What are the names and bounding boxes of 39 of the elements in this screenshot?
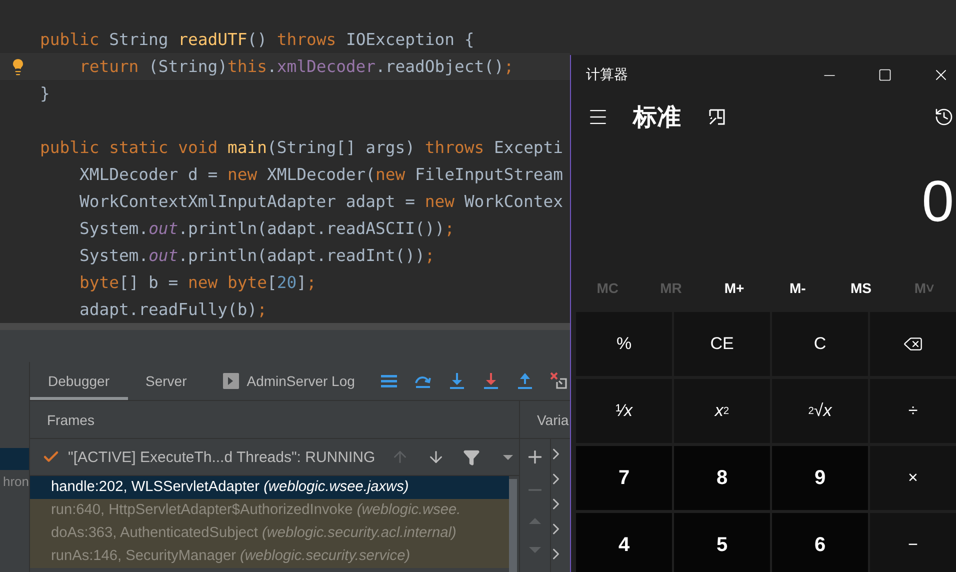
digit-key[interactable]: 4 bbox=[576, 513, 672, 572]
digit-key[interactable]: 9 bbox=[772, 446, 868, 510]
digit-key[interactable]: 6 bbox=[772, 513, 868, 572]
digit-key[interactable]: 5 bbox=[674, 513, 770, 572]
code-line: return (String)this.xmlDecoder.readObject(); bbox=[78, 57, 514, 76]
function-key[interactable]: % bbox=[576, 312, 672, 376]
variables-header: Varia bbox=[537, 412, 569, 428]
function-key[interactable]: − bbox=[870, 513, 956, 572]
code-line: public String readUTF() throws IOException { bbox=[40, 30, 474, 49]
thread-selector[interactable]: "[ACTIVE] ExecuteTh...d Threads": RUNNING bbox=[68, 448, 376, 466]
display-value: 0 bbox=[922, 168, 954, 234]
function-key[interactable]: × bbox=[870, 446, 956, 510]
function-key[interactable]: ¹⁄x bbox=[576, 379, 672, 443]
function-key[interactable]: x$^{2}$ bbox=[674, 379, 770, 443]
code-line: } bbox=[40, 84, 50, 103]
memory-button[interactable]: MS bbox=[829, 274, 893, 302]
panel-tab[interactable]: AdminServer Log bbox=[204, 362, 373, 400]
function-key[interactable]: ÷ bbox=[870, 379, 956, 443]
function-key[interactable]: C bbox=[772, 312, 868, 376]
code-line: XMLDecoder d = new XMLDecoder(new FileInputStream bbox=[78, 165, 564, 184]
function-key[interactable]: $^{2}$√x bbox=[772, 379, 868, 443]
memory-button[interactable]: M- bbox=[766, 274, 830, 302]
digit-key[interactable]: 8 bbox=[674, 446, 770, 510]
code-line: adapt.readFully(b); bbox=[78, 300, 267, 319]
memory-button[interactable]: M+ bbox=[702, 274, 766, 302]
window-title: 计算器 bbox=[586, 66, 628, 84]
function-key[interactable]: CE bbox=[674, 312, 770, 376]
code-line: public static void main(String[] args) throws Excepti bbox=[40, 138, 564, 157]
mode-title: 标准 bbox=[633, 103, 681, 133]
frames-header: Frames bbox=[47, 412, 94, 428]
thread-label: hron bbox=[2, 473, 29, 491]
digit-key[interactable]: 7 bbox=[576, 446, 672, 510]
code-line: byte[] b = new byte[20]; bbox=[78, 273, 316, 292]
code-line: System.out.println(adapt.readInt()); bbox=[78, 246, 435, 265]
code-line: WorkContextXmlInputAdapter adapt = new WorkContex bbox=[78, 192, 564, 211]
stack-frame[interactable]: handle:202, WLSServletAdapter (weblogic.wsee.jaxws) bbox=[30, 476, 509, 499]
code-line: System.out.println(adapt.readASCII()); bbox=[78, 219, 454, 238]
panel-tab[interactable]: Server bbox=[128, 362, 205, 400]
panel-tab[interactable]: Debugger bbox=[30, 362, 128, 400]
